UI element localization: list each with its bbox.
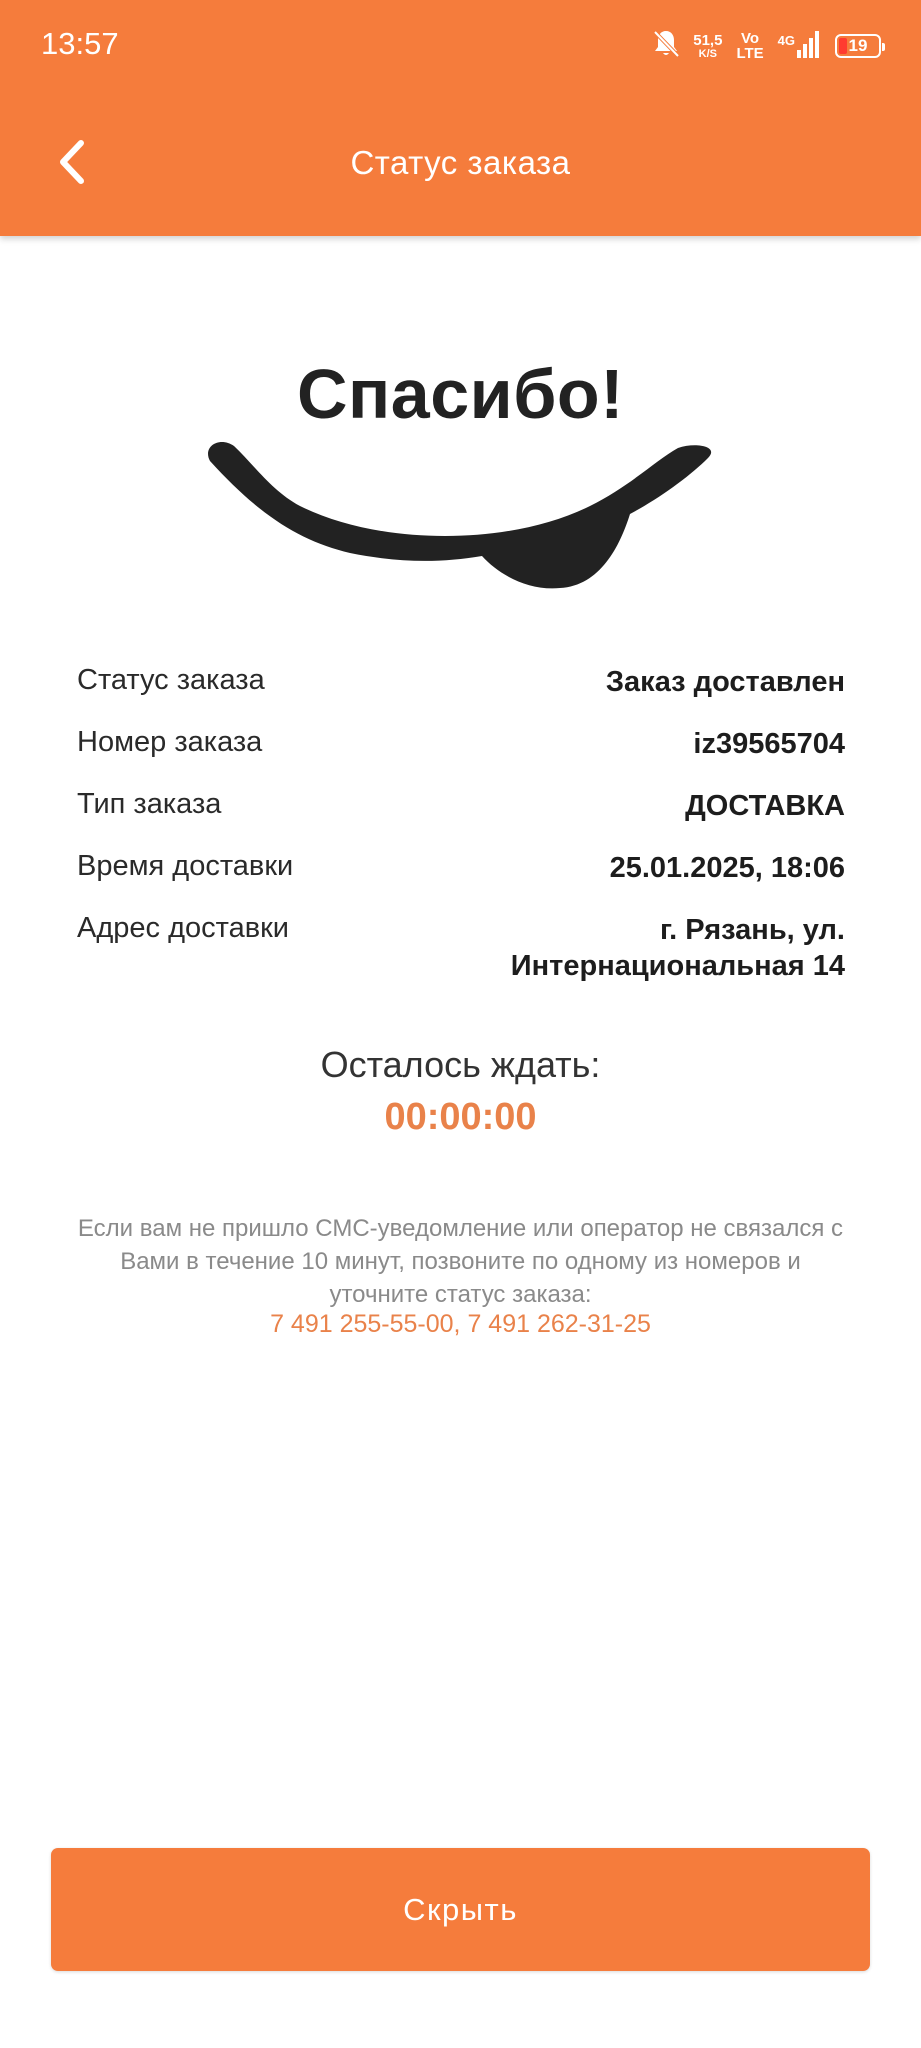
delivery-time-label: Время доставки bbox=[77, 850, 294, 882]
order-status-row: Статус заказа Заказ доставлен bbox=[77, 664, 845, 700]
hide-button[interactable]: Скрыть bbox=[51, 1848, 870, 1971]
order-status-value: Заказ доставлен bbox=[605, 666, 845, 698]
phone-numbers: 7 491 255-55-00, 7 491 262-31-25 bbox=[0, 1310, 921, 1339]
volte-indicator: Vo LTE bbox=[736, 30, 764, 62]
delivery-address-row: Адрес доставки г. Рязань, ул. Интернацио… bbox=[77, 912, 845, 984]
signal-bars-icon bbox=[797, 30, 821, 63]
wait-label: Осталось ждать: bbox=[320, 1044, 601, 1085]
order-type-row: Тип заказа ДОСТАВКА bbox=[77, 788, 845, 824]
order-type-label: Тип заказа bbox=[77, 788, 222, 820]
app-header: 13:57 51,5 K/S Vo LTE 4G 19 Статус заказ… bbox=[0, 0, 921, 236]
notice-text: Если вам не пришло СМС-уведомление или о… bbox=[77, 1215, 844, 1308]
status-time: 13:57 bbox=[41, 26, 119, 61]
order-number-label: Номер заказа bbox=[77, 726, 263, 758]
network-indicator: 4G bbox=[778, 30, 821, 63]
order-number-row: Номер заказа iz39565704 bbox=[77, 726, 845, 762]
battery-level: 19 bbox=[848, 36, 868, 55]
smile-illustration bbox=[208, 441, 712, 589]
status-bar: 13:57 51,5 K/S Vo LTE 4G 19 bbox=[0, 0, 921, 92]
phone-link-2[interactable]: 7 491 262-31-25 bbox=[467, 1310, 650, 1338]
phone-separator: , bbox=[453, 1310, 468, 1338]
countdown-timer: 00:00:00 bbox=[384, 1096, 537, 1138]
page-title: Статус заказа bbox=[350, 144, 571, 181]
status-icons: 51,5 K/S Vo LTE 4G 19 bbox=[653, 26, 885, 66]
order-status-label: Статус заказа bbox=[77, 664, 265, 696]
order-type-value: ДОСТАВКА bbox=[685, 790, 845, 822]
thanks-heading: Спасибо! bbox=[296, 355, 625, 433]
order-number-value: iz39565704 bbox=[693, 728, 845, 760]
delivery-time-row: Время доставки 25.01.2025, 18:06 bbox=[77, 850, 845, 886]
network-speed: 51,5 K/S bbox=[693, 31, 723, 60]
delivery-address-value: г. Рязань, ул. Интернациональная 14 bbox=[510, 914, 845, 982]
network-type: 4G bbox=[777, 32, 795, 48]
battery-icon: 19 bbox=[835, 34, 885, 58]
bell-muted-icon bbox=[653, 29, 680, 64]
delivery-address-label: Адрес доставки bbox=[77, 912, 290, 944]
phone-link-1[interactable]: 7 491 255-55-00 bbox=[270, 1310, 453, 1338]
delivery-time-value: 25.01.2025, 18:06 bbox=[609, 852, 845, 884]
